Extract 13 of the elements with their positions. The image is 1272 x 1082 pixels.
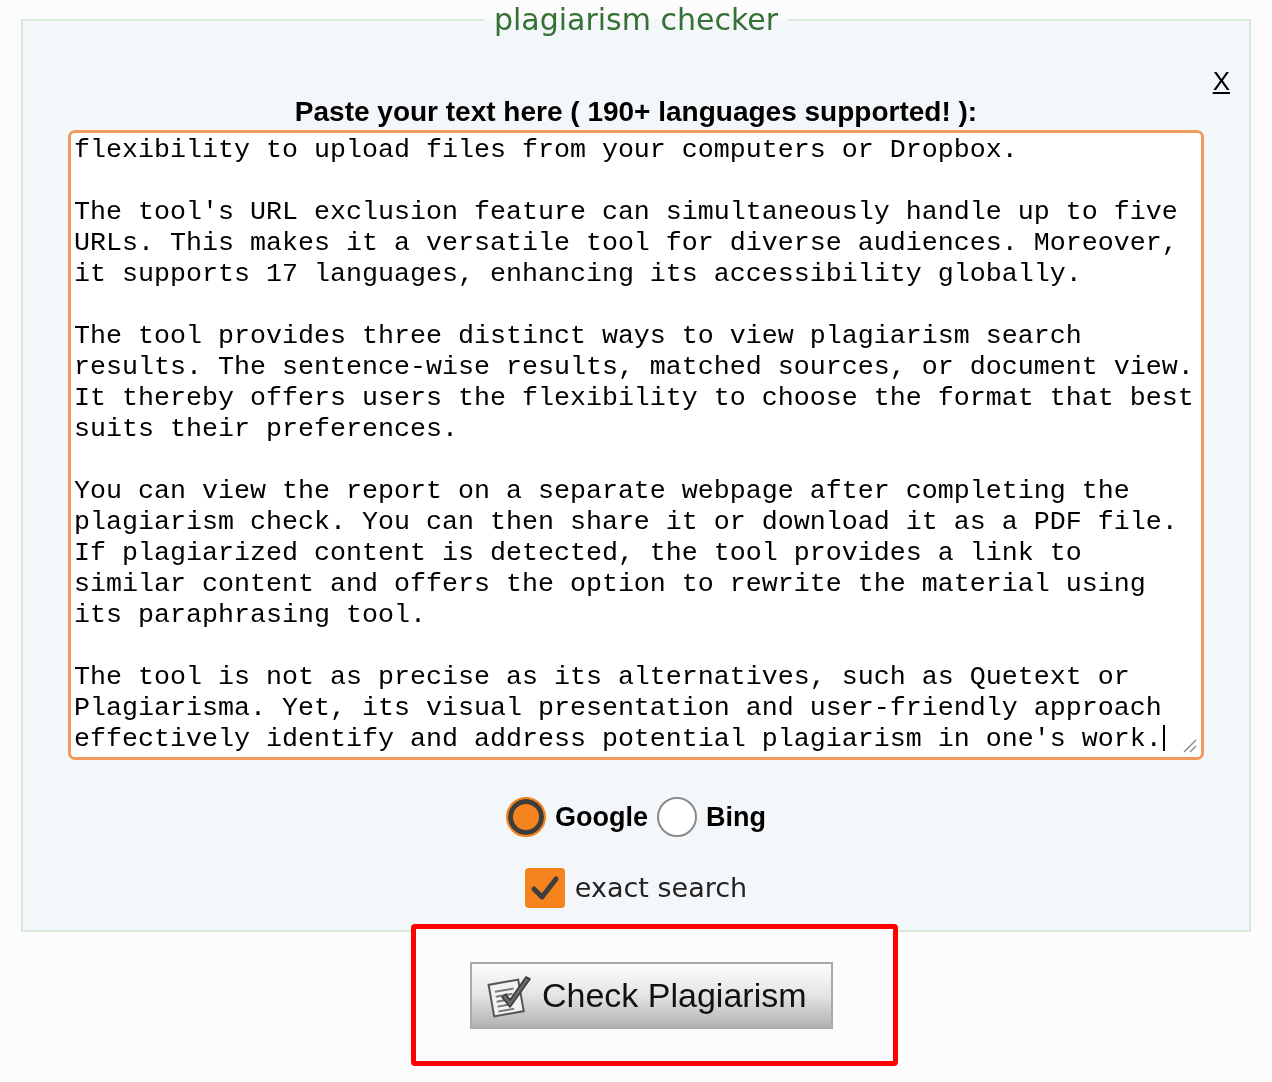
panel-title: plagiarism checker: [492, 3, 780, 37]
checkbox[interactable]: [524, 868, 565, 908]
text-cursor: [1162, 725, 1165, 751]
radio-button[interactable]: [657, 797, 697, 837]
text-area[interactable]: flexibility to upload files from your computers or Dropbox. The tool's URL exclusion feature can simultaneously handle up to five URLs. This makes it a versatile tool for diverse audiences. Moreover, it supports 17 languages, enhancing its accessibility globally. The tool provides three distinct ways to view plagiarism search results. The sentence-wise results, matched sources, or document view. It thereby offers users the flexibility to choose the format that best suits their preferences. You can view the report on a separate webpage after completing the plagiarism check. You can then share it or download it as a PDF file. If plagiarized content is detected, the tool provides a link to similar content and offers the option to rewrite the material using its paraphrasing tool. The tool is not as precise as its alternatives, such as Quetext or Plagiarisma. Yet, its visual presentation and user-friendly approach effectively identify and address potential plagiarism in one's work.: [68, 130, 1204, 760]
radio-button[interactable]: [506, 797, 546, 837]
close-link[interactable]: X: [1212, 68, 1230, 94]
input-label: Paste your text here ( 190+ languages supported! ):: [294, 96, 978, 127]
radio-label[interactable]: Google: [555, 801, 648, 833]
check-plagiarism-button[interactable]: Check Plagiarism: [470, 961, 833, 1029]
radio-label[interactable]: Bing: [706, 801, 766, 833]
resize-handle-icon[interactable]: [1182, 738, 1198, 754]
checkbox-label[interactable]: exact search: [574, 872, 748, 904]
